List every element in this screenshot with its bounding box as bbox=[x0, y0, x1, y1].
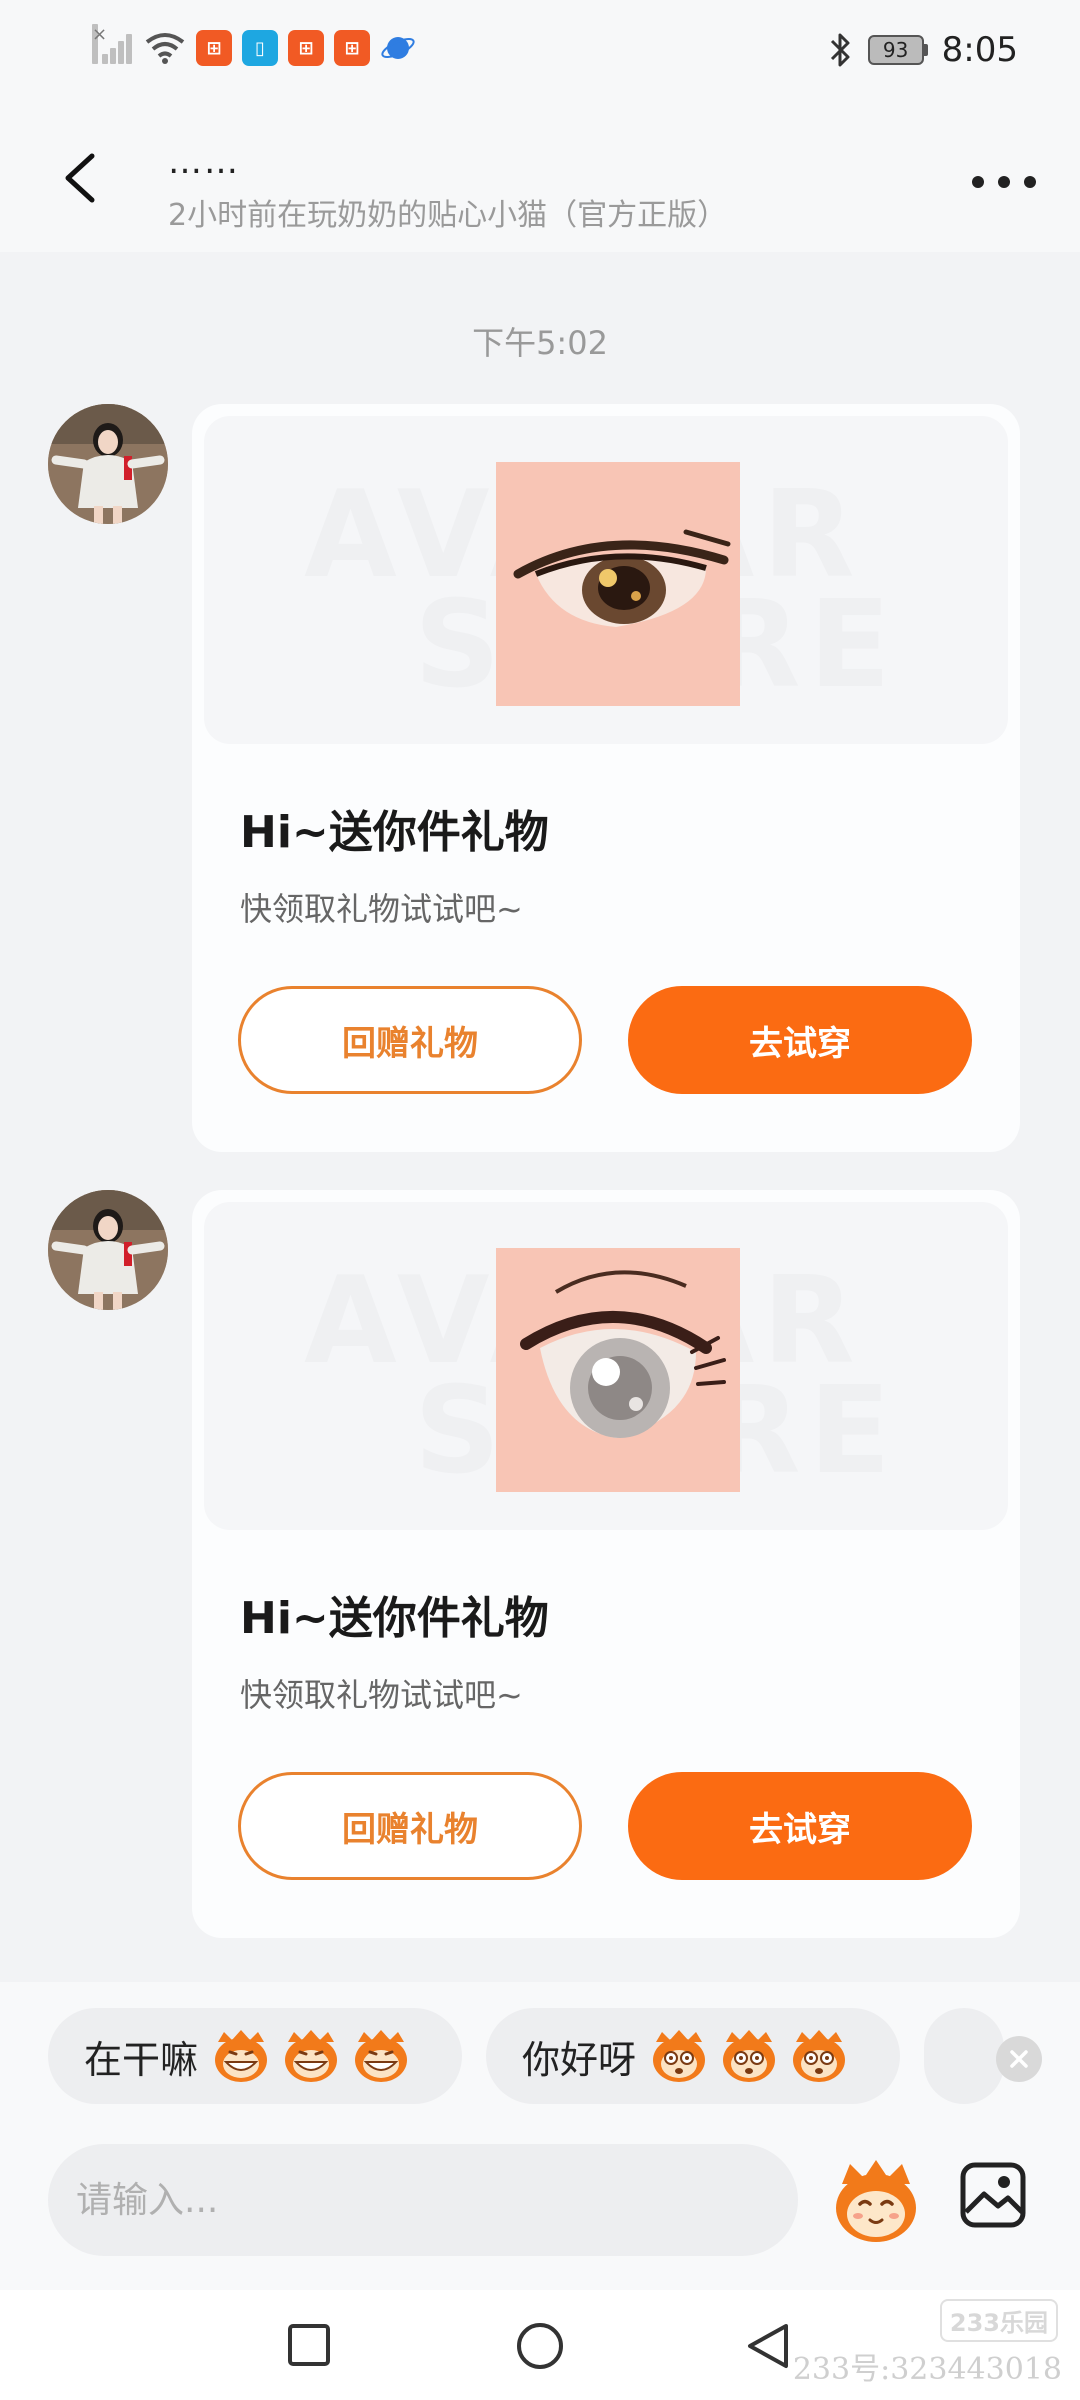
dot-icon bbox=[972, 176, 984, 188]
gift-card: AVATAR STORE Hi~送你件礼物 快领取礼物试试吧~ 回赠礼物 去试穿 bbox=[192, 404, 1020, 1152]
app-icon-2: ⊞ bbox=[288, 30, 324, 66]
contact-status: 2小时前在玩奶奶的贴心小猫（官方正版） bbox=[168, 198, 728, 233]
close-icon bbox=[1010, 2050, 1028, 2068]
home-icon[interactable] bbox=[514, 2322, 566, 2374]
system-nav-bar: 233乐园 233号:323443018 bbox=[0, 2290, 1080, 2400]
message-input[interactable] bbox=[48, 2144, 798, 2256]
gift-eye-image[interactable] bbox=[496, 462, 740, 706]
signal-icon: × bbox=[92, 24, 134, 66]
back-button[interactable] bbox=[58, 150, 106, 206]
chat-header: …… 2小时前在玩奶奶的贴心小猫（官方正版） bbox=[0, 100, 1080, 252]
quick-reply-chip[interactable]: 在干嘛 bbox=[48, 2008, 462, 2104]
quick-reply-bar: 在干嘛 你好呀 bbox=[0, 1982, 1080, 2110]
battery-icon: 93 bbox=[867, 35, 928, 65]
watermark-text: 233号:323443018 bbox=[792, 2352, 1062, 2387]
emoji-monkey-icon[interactable] bbox=[828, 2154, 924, 2250]
grin-monkey-icon bbox=[215, 2030, 268, 2082]
sender-avatar[interactable] bbox=[48, 404, 168, 524]
app-icon-1: ⊞ bbox=[196, 30, 232, 66]
gift-description: 快领取礼物试试吧~ bbox=[240, 1676, 523, 1714]
gift-eye-image[interactable] bbox=[496, 1248, 740, 1492]
return-gift-button[interactable]: 回赠礼物 bbox=[238, 986, 582, 1094]
clock: 8:05 bbox=[941, 30, 1018, 70]
message-input-bar bbox=[0, 2110, 1080, 2290]
quick-reply-text: 你好呀 bbox=[522, 2037, 637, 2082]
contact-name: …… bbox=[168, 142, 240, 182]
try-on-button[interactable]: 去试穿 bbox=[628, 1772, 972, 1880]
dot-icon bbox=[998, 176, 1010, 188]
gift-card: AVATAR STORE Hi~送你件礼物 快领取礼物试试吧~ 回赠礼物 去试穿 bbox=[192, 1190, 1020, 1938]
status-left: × ⊞ ▯ ⊞ ⊞ bbox=[92, 24, 416, 66]
image-picker-icon[interactable] bbox=[958, 2160, 1028, 2230]
watermark-logo: 233乐园 bbox=[939, 2299, 1058, 2342]
return-gift-button[interactable]: 回赠礼物 bbox=[238, 1772, 582, 1880]
reader-icon: ▯ bbox=[242, 30, 278, 66]
wifi-icon bbox=[145, 33, 185, 64]
quick-reply-chip[interactable]: 你好呀 bbox=[486, 2008, 900, 2104]
gift-preview: AVATAR STORE bbox=[204, 1202, 1008, 1530]
wide-eye-monkey-icon bbox=[793, 2030, 846, 2082]
sender-avatar[interactable] bbox=[48, 1190, 168, 1310]
wide-eye-monkey-icon bbox=[653, 2030, 706, 2082]
grin-monkey-icon bbox=[355, 2030, 408, 2082]
close-quick-replies-button[interactable] bbox=[996, 2036, 1042, 2082]
battery-level: 93 bbox=[867, 35, 924, 65]
status-bar: × ⊞ ▯ ⊞ ⊞ 93 8:05 bbox=[0, 0, 1080, 100]
quick-reply-chip-partial[interactable] bbox=[924, 2008, 1004, 2104]
recent-apps-icon[interactable] bbox=[286, 2322, 332, 2368]
quick-reply-text: 在干嘛 bbox=[84, 2037, 199, 2082]
gift-title: Hi~送你件礼物 bbox=[240, 1593, 549, 1644]
bluetooth-icon bbox=[830, 33, 850, 67]
app-icon-3: ⊞ bbox=[334, 30, 370, 66]
dot-icon bbox=[1024, 176, 1036, 188]
more-options-button[interactable] bbox=[972, 162, 1036, 202]
gift-preview: AVATAR STORE bbox=[204, 416, 1008, 744]
gift-title: Hi~送你件礼物 bbox=[240, 807, 549, 858]
gift-description: 快领取礼物试试吧~ bbox=[240, 890, 523, 928]
grin-monkey-icon bbox=[285, 2030, 338, 2082]
try-on-button[interactable]: 去试穿 bbox=[628, 986, 972, 1094]
message-timestamp: 下午5:02 bbox=[472, 324, 608, 362]
wide-eye-monkey-icon bbox=[723, 2030, 776, 2082]
back-nav-icon[interactable] bbox=[744, 2322, 792, 2374]
status-right: 93 8:05 bbox=[826, 30, 1018, 70]
browser-icon bbox=[381, 37, 415, 59]
